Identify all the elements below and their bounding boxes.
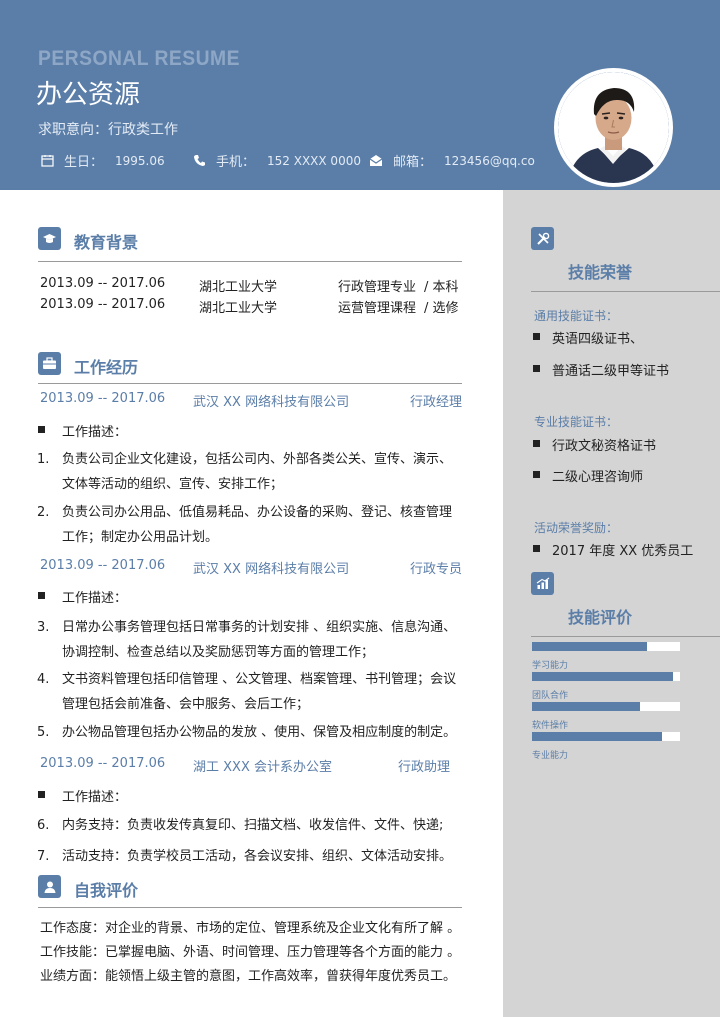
edu-row-2-school: 湖北工业大学 [199,301,278,316]
job-1-desc-label: 工作描述： [62,425,128,440]
edu-row-1-school: 湖北工业大学 [199,280,278,295]
phone-value: 152 XXXX 0000 [267,153,361,168]
skill-bar-2-fill [532,672,673,681]
honors-divider [531,291,720,292]
tools-icon [531,227,554,250]
edu-row-2-degree: / 选修 [424,301,459,316]
general-cert-1-bullet [533,333,540,340]
phone-label: 手机： [216,155,256,170]
job-intent: 求职意向：行政类工作 [38,122,178,138]
skill-bar-3 [532,702,680,711]
skill-bar-3-fill [532,702,641,711]
skill-label-2: 团队合作 [532,691,569,701]
work-title: 工作经历 [74,358,139,377]
job-3-company: 湖工 XXX 会计系办公室 [193,760,332,775]
skill-label-4: 专业能力 [532,751,569,761]
job-2-item-5-text: 办公物品管理包括办公物品的发放 、使用、保管及相应制度的制定。 [62,725,457,740]
pro-cert-label: 专业技能证书： [534,415,619,429]
job-2-item-3-text: 日常办公事务管理包括日常事务的计划安排 、组织实施、信息沟通、协调控制、检查总结… [62,620,457,660]
self-eval-line-1: 工作态度：对企业的背景、市场的定位、管理系统及企业文化有所了解 。 [40,921,461,936]
job-3-item-7-num: 7. [37,849,50,864]
graduation-cap-icon [38,227,61,250]
birthday-label: 生日： [64,155,104,170]
skill-bar-2 [532,672,680,681]
phone-icon [192,154,206,168]
job-2-period: 2013.09 -- 2017.06 [40,558,166,573]
self-eval-divider [38,907,462,908]
skill-label-1: 学习能力 [532,661,569,671]
skills-divider [531,636,720,637]
resume-en-title: PERSONAL RESUME [38,47,240,70]
pro-cert-2-bullet [533,471,540,478]
job-2-item-4-num: 4. [37,672,50,687]
skills-title: 技能评价 [568,608,633,627]
edu-row-2-major: 运营管理课程 [338,301,417,316]
education-title: 教育背景 [74,233,139,252]
pro-cert-1-bullet [533,440,540,447]
job-1-item-1-num: 1. [37,452,50,467]
honors-title: 技能荣誉 [568,263,633,282]
job-2-desc-bullet [38,592,45,599]
email-label: 邮箱： [393,155,433,170]
edu-row-1-major: 行政管理专业 [338,280,417,295]
self-eval-line-2: 工作技能：已掌握电脑、外语、时间管理、压力管理等各个方面的能力 。 [40,945,461,960]
edu-row-1-degree: / 本科 [424,280,459,295]
job-1-role: 行政经理 [410,395,463,410]
applicant-name: 办公资源 [36,80,141,110]
skill-bar-1-fill [532,642,648,651]
calendar-icon [40,154,54,168]
job-3-item-7-text: 活动支持：负责学校员工活动，各会议安排、组织、文体活动安排。 [62,849,453,864]
skill-bar-1 [532,642,680,651]
email-contact: 邮箱： 123456@qq.co [369,151,535,170]
avatar [554,68,673,187]
pro-cert-2: 二级心理咨询师 [552,470,644,485]
general-cert-1: 英语四级证书、 [552,332,644,347]
edu-row-1-period: 2013.09 -- 2017.06 [40,276,166,291]
job-1-period: 2013.09 -- 2017.06 [40,391,166,406]
pro-cert-1: 行政文秘资格证书 [552,439,657,454]
job-2-company: 武汉 XX 网络科技有限公司 [193,562,350,577]
job-2-item-4-text: 文书资料管理包括印信管理 、公文管理、档案管理、书刊管理；会议管理包括会前准备、… [62,672,457,712]
bar-chart-icon [531,572,554,595]
skill-bar-4-fill [532,732,663,741]
job-1-desc-bullet [38,426,45,433]
job-3-item-6-num: 6. [37,818,50,833]
user-icon [38,875,61,898]
job-2-item-3-num: 3. [37,620,50,635]
birthday-value: 1995.06 [115,153,165,168]
job-1-item-1-text: 负责公司企业文化建设，包括公司内、外部各类公关、宣传、演示、文体等活动的组织、宣… [62,452,453,492]
job-3-period: 2013.09 -- 2017.06 [40,756,166,771]
job-1-item-2-num: 2. [37,505,50,520]
envelope-icon [369,154,383,168]
general-cert-2: 普通话二级甲等证书 [552,364,670,379]
self-eval-title: 自我评价 [74,881,139,900]
job-1-company: 武汉 XX 网络科技有限公司 [193,395,350,410]
general-cert-2-bullet [533,365,540,372]
email-value: 123456@qq.co [444,153,535,168]
header-banner: PERSONAL RESUME 办公资源 求职意向：行政类工作 生日： 1995… [0,0,720,190]
education-divider [38,261,462,262]
general-cert-label: 通用技能证书： [534,309,619,323]
phone-contact: 手机： 152 XXXX 0000 [192,151,361,170]
skill-label-3: 软件操作 [532,721,569,731]
job-2-item-5-num: 5. [37,725,50,740]
skill-bar-4 [532,732,680,741]
job-2-desc-label: 工作描述： [62,591,128,606]
job-1-item-2-text: 负责公司办公用品、低值易耗品、办公设备的采购、登记、核查管理工作；制定办公用品计… [62,505,453,545]
award-label: 活动荣誉奖励： [534,521,619,535]
briefcase-icon [38,352,61,375]
award-1-bullet [533,545,540,552]
job-3-item-6-text: 内务支持：负责收发传真复印、扫描文档、收发信件、文件、快递; [62,818,444,833]
job-3-role: 行政助理 [398,760,451,775]
job-3-desc-label: 工作描述： [62,790,128,805]
edu-row-2-period: 2013.09 -- 2017.06 [40,297,166,312]
award-1: 2017 年度 XX 优秀员工 [552,544,694,559]
self-eval-line-3: 业绩方面：能领悟上级主管的意图，工作高效率，曾获得年度优秀员工。 [40,969,457,984]
work-divider [38,383,462,384]
job-3-desc-bullet [38,791,45,798]
birthday-contact: 生日： 1995.06 [40,151,165,170]
job-2-role: 行政专员 [410,562,463,577]
